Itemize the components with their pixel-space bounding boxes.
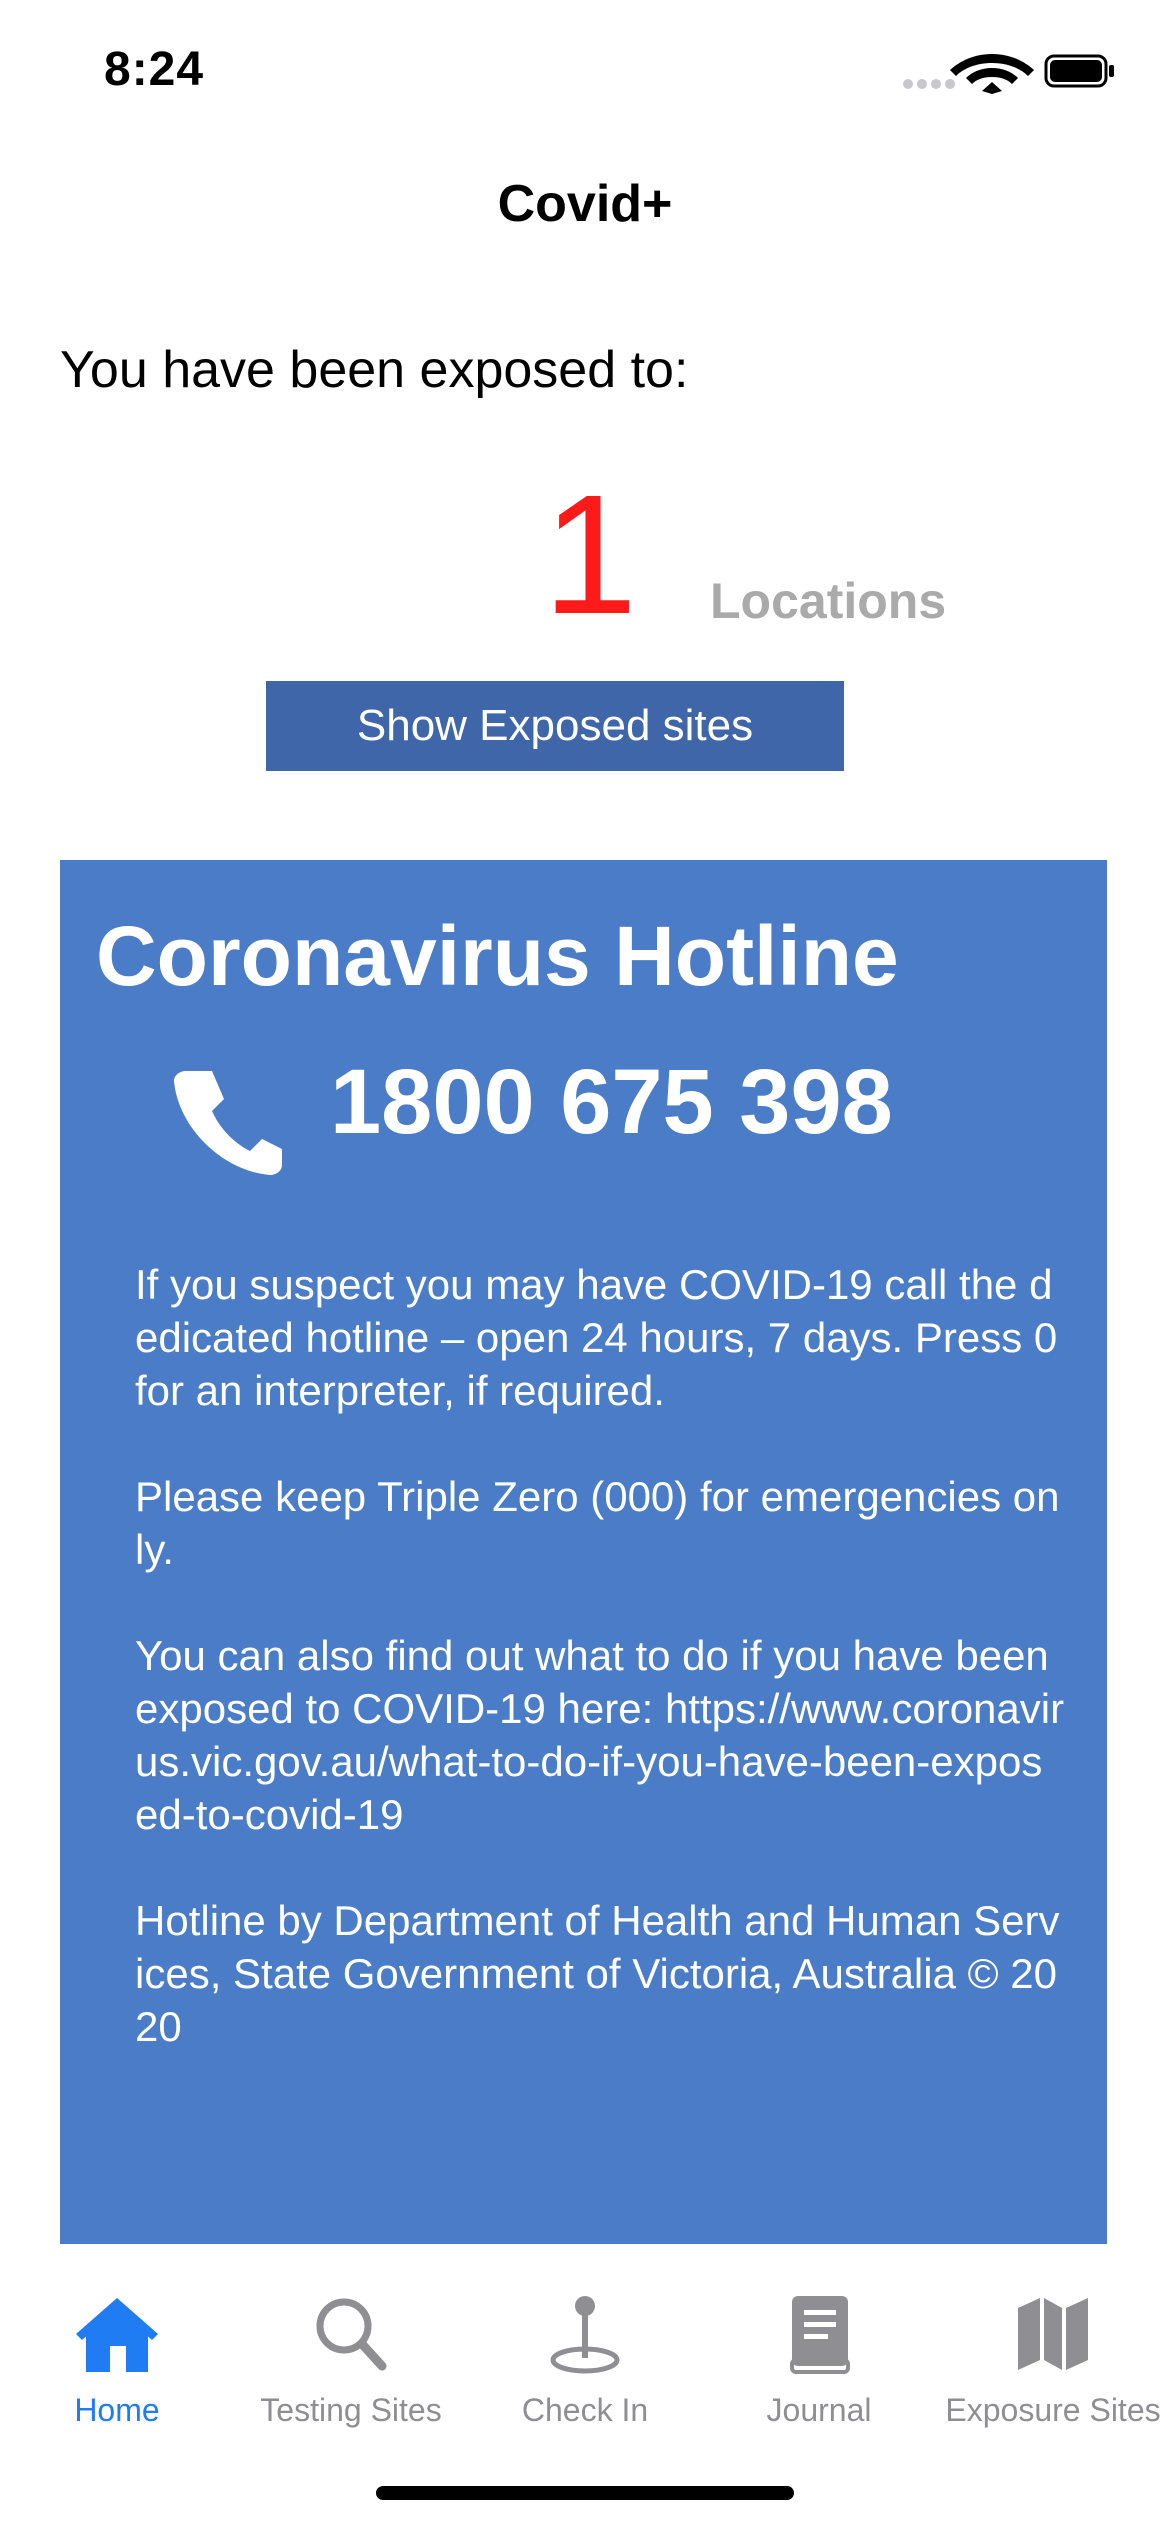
magnifier-icon bbox=[316, 2298, 387, 2371]
battery-icon bbox=[1044, 54, 1114, 88]
hotline-body: If you suspect you may have COVID-19 cal… bbox=[135, 1258, 1065, 2106]
cellular-signal-icon bbox=[903, 79, 955, 89]
house-icon bbox=[76, 2298, 158, 2372]
tab-exposure-sites[interactable]: Exposure Sites bbox=[936, 2294, 1170, 2434]
wifi-icon bbox=[950, 54, 1034, 94]
hotline-title: Coronavirus Hotline bbox=[96, 909, 899, 1003]
exposure-count: 1 bbox=[542, 460, 638, 650]
hotline-panel: Coronavirus Hotline 1800 675 398 If you … bbox=[60, 860, 1107, 2244]
tab-journal[interactable]: Journal bbox=[702, 2294, 936, 2434]
exposed-label: You have been exposed to: bbox=[60, 341, 689, 399]
hotline-number[interactable]: 1800 675 398 bbox=[330, 1050, 893, 1155]
tab-label: Journal bbox=[766, 2392, 872, 2428]
home-indicator[interactable] bbox=[376, 2486, 794, 2500]
tab-label: Exposure Sites bbox=[945, 2392, 1161, 2428]
nav-title: Covid+ bbox=[497, 175, 673, 233]
tab-testing-sites[interactable]: Testing Sites bbox=[234, 2294, 468, 2434]
tab-label: Home bbox=[74, 2392, 160, 2428]
tab-check-in[interactable]: Check In bbox=[468, 2294, 702, 2434]
hotline-paragraph: If you suspect you may have COVID-19 cal… bbox=[135, 1261, 1058, 1414]
map-pin-icon bbox=[550, 2296, 620, 2374]
status-time: 8:24 bbox=[104, 43, 205, 96]
phone-icon bbox=[172, 1065, 284, 1177]
hotline-paragraph: Hotline by Department of Health and Huma… bbox=[135, 1897, 1060, 2050]
tab-label: Check In bbox=[521, 2392, 649, 2428]
tab-home[interactable]: Home bbox=[0, 2294, 234, 2434]
map-icon bbox=[1018, 2298, 1088, 2370]
tab-label: Testing Sites bbox=[260, 2392, 442, 2428]
status-icons bbox=[900, 50, 1115, 94]
hotline-paragraph: Please keep Triple Zero (000) for emerge… bbox=[135, 1473, 1060, 1573]
exposure-unit: Locations bbox=[710, 573, 947, 629]
book-icon bbox=[790, 2296, 850, 2374]
show-exposed-sites-button[interactable]: Show Exposed sites bbox=[266, 681, 844, 771]
hotline-paragraph[interactable]: You can also find out what to do if you … bbox=[135, 1629, 1065, 1841]
